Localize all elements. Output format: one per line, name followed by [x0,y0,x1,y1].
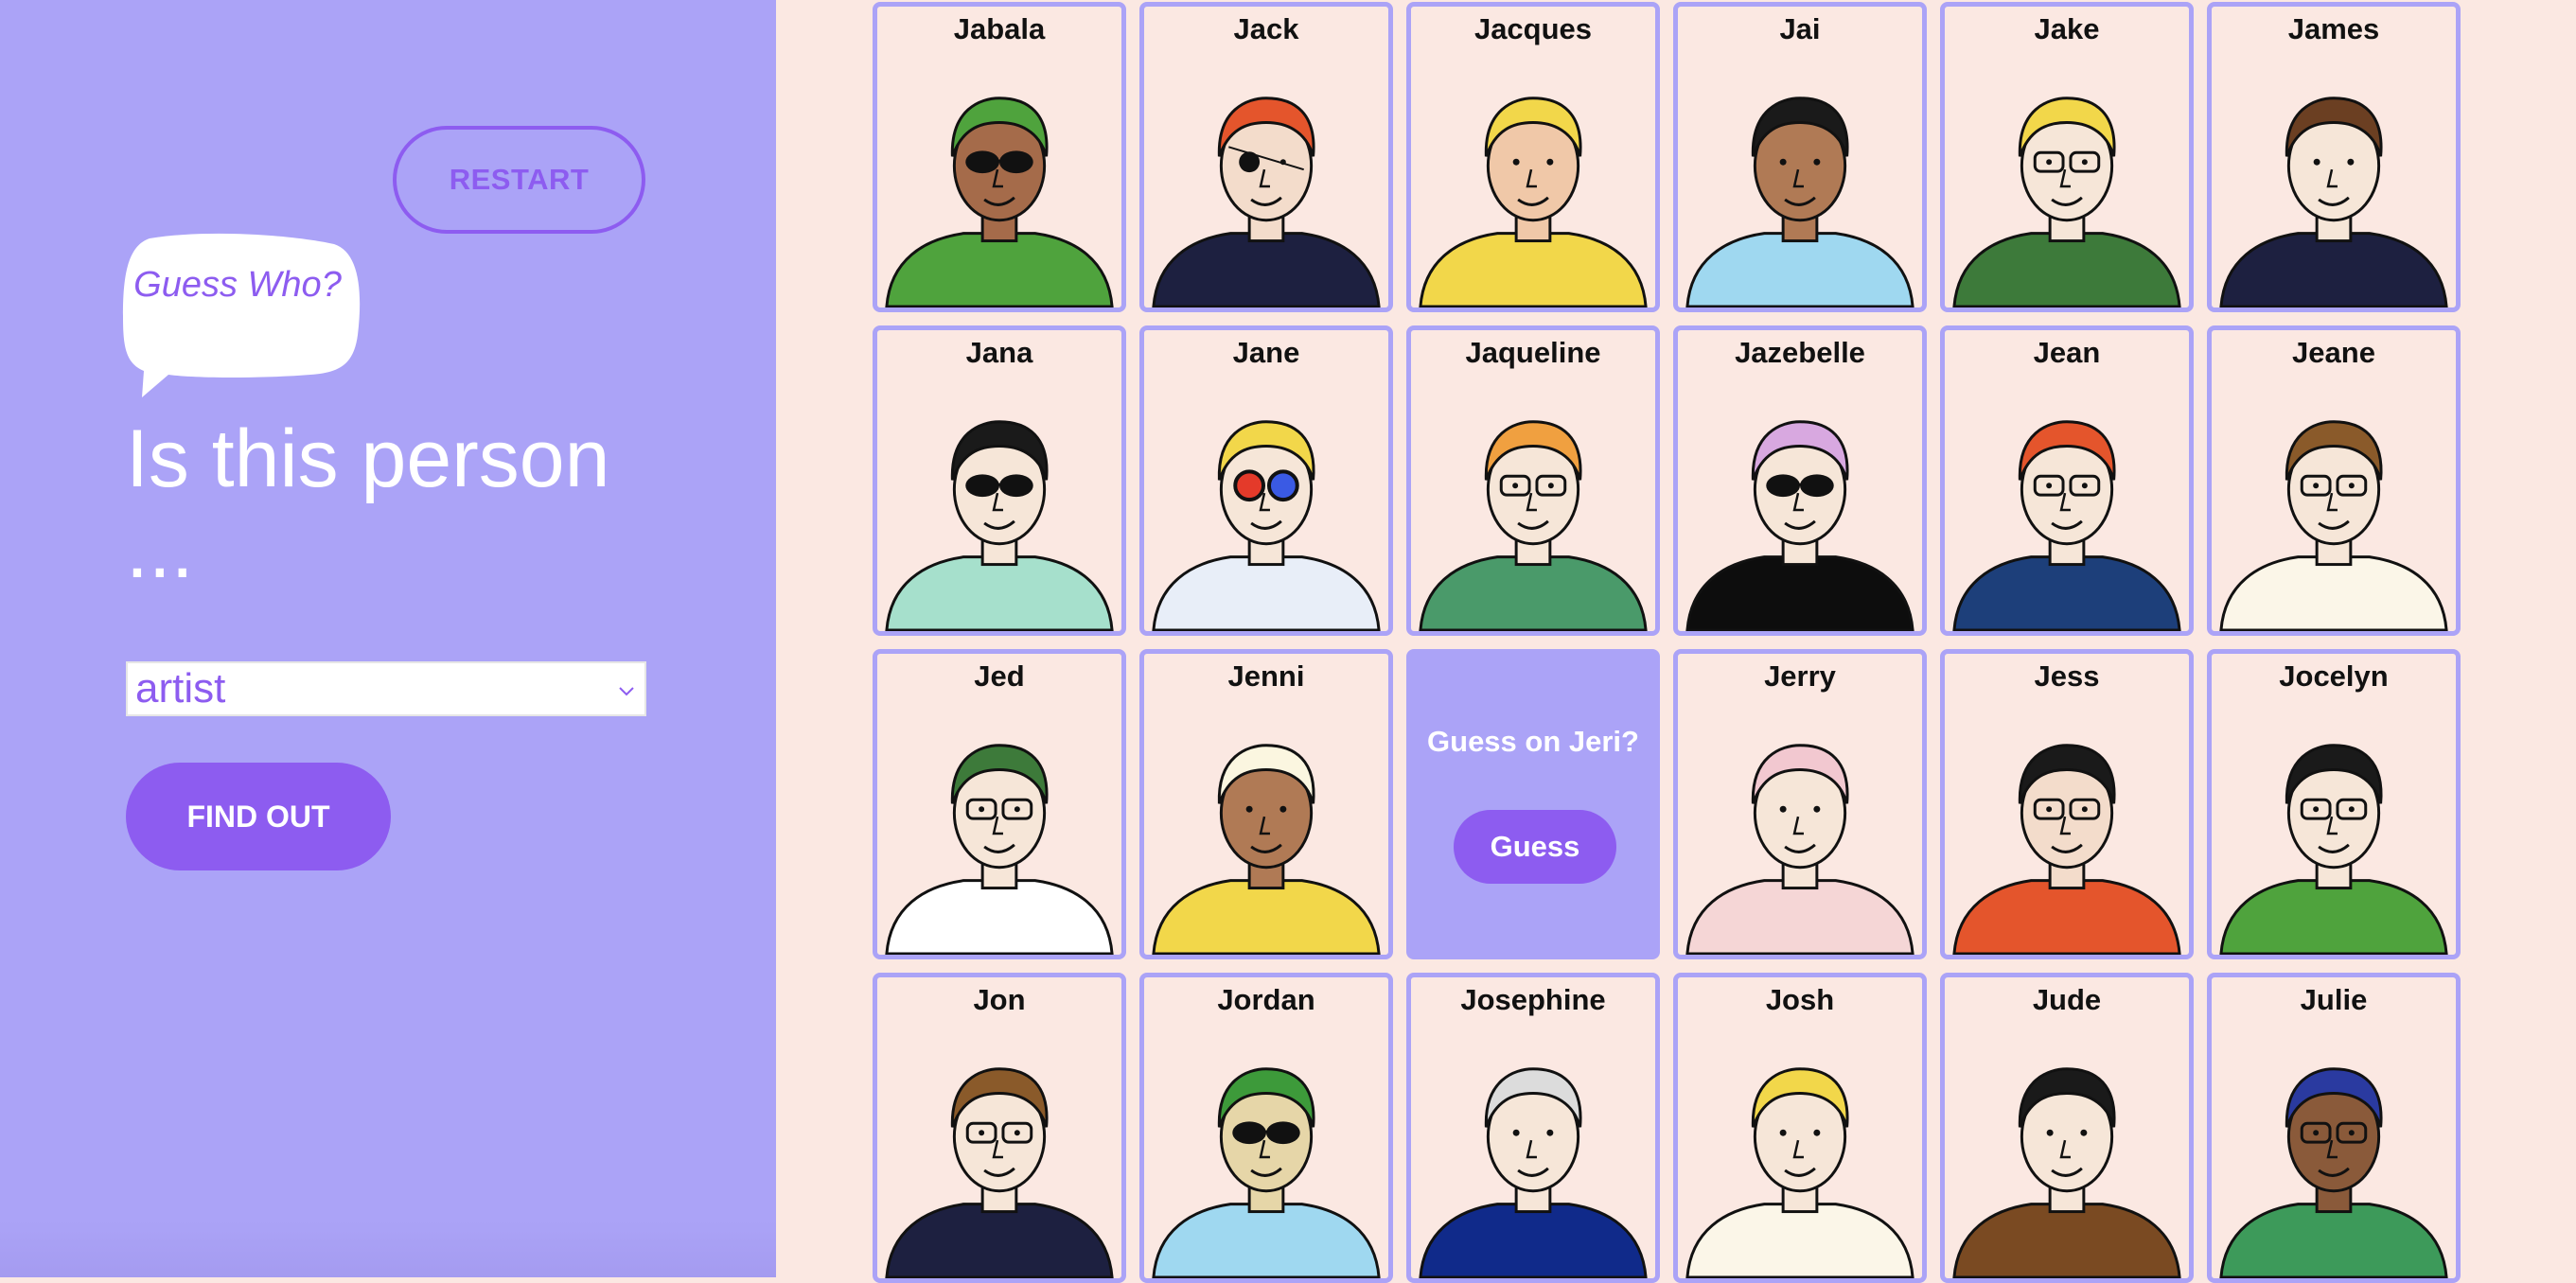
character-name: Jude [2032,983,2102,1016]
character-name: Jane [1232,336,1300,369]
portrait-icon [877,71,1121,308]
restart-button[interactable]: RESTART [393,126,645,234]
character-name: Josephine [1460,983,1606,1016]
character-name: Jaqueline [1465,336,1601,369]
character-card-jess[interactable]: Jess [1940,649,2194,959]
portrait-icon [1945,71,2189,308]
guess-who-logo: Guess Who? [121,231,367,397]
portrait-icon [1144,71,1388,308]
character-card-jenni[interactable]: Jenni [1139,649,1393,959]
character-card-jed[interactable]: Jed [873,649,1126,959]
character-card-julie[interactable]: Julie [2207,973,2461,1283]
character-name: James [2287,12,2380,45]
sidebar: RESTART Guess Who? Is this person ... ar… [0,0,776,1277]
character-name: Jazebelle [1735,336,1865,369]
portrait-icon [877,1042,1121,1278]
character-grid: Jabala Jack Jacques Jai Jake James Jana … [873,2,2462,1283]
character-card-josh[interactable]: Josh [1673,973,1927,1283]
character-card-james[interactable]: James [2207,2,2461,312]
character-card-jai[interactable]: Jai [1673,2,1927,312]
character-name: Jake [2034,12,2100,45]
guess-prompt: Guess on Jeri? [1427,725,1639,758]
chevron-down-icon [619,687,634,696]
portrait-icon [2212,718,2456,955]
character-name: Jocelyn [2279,659,2389,693]
character-name: Jed [974,659,1025,693]
portrait-icon [1678,718,1922,955]
portrait-icon [1411,1042,1655,1278]
character-card-josephine[interactable]: Josephine [1406,973,1660,1283]
character-name: Jordan [1217,983,1315,1016]
bottom-shadow [0,1221,776,1277]
portrait-icon [1678,71,1922,308]
portrait-icon [1144,1042,1388,1278]
character-card-jerry[interactable]: Jerry [1673,649,1927,959]
character-card-jake[interactable]: Jake [1940,2,2194,312]
character-card-jack[interactable]: Jack [1139,2,1393,312]
character-name: Josh [1765,983,1835,1016]
character-name: Jean [2033,336,2101,369]
character-card-jude[interactable]: Jude [1940,973,2194,1283]
character-card-jazebelle[interactable]: Jazebelle [1673,325,1927,636]
character-name: Jess [2034,659,2100,693]
portrait-icon [1945,395,2189,631]
character-card-jordan[interactable]: Jordan [1139,973,1393,1283]
character-card-jocelyn[interactable]: Jocelyn [2207,649,2461,959]
speech-bubble-icon [123,233,361,397]
guess-button[interactable]: Guess [1454,810,1616,884]
portrait-icon [1945,718,2189,955]
character-card-jana[interactable]: Jana [873,325,1126,636]
portrait-icon [1144,395,1388,631]
character-name: Jacques [1473,12,1593,45]
character-card-jaqueline[interactable]: Jaqueline [1406,325,1660,636]
character-name: Jack [1233,12,1299,45]
character-card-jabala[interactable]: Jabala [873,2,1126,312]
character-card-jane[interactable]: Jane [1139,325,1393,636]
trait-select-value: artist [135,665,226,712]
portrait-icon [1678,1042,1922,1278]
character-name: Jerry [1764,659,1836,693]
portrait-icon [2212,1042,2456,1278]
character-card-jon[interactable]: Jon [873,973,1126,1283]
character-name: Jabala [953,12,1046,45]
find-out-button[interactable]: FIND OUT [126,763,391,870]
character-name: Jenni [1227,659,1305,693]
portrait-icon [2212,395,2456,631]
portrait-icon [1678,395,1922,631]
guess-panel-jeri: Guess on Jeri? Guess [1406,649,1660,959]
trait-select[interactable]: artist [126,661,646,716]
character-name: Jon [973,983,1026,1016]
portrait-icon [1144,718,1388,955]
portrait-icon [1945,1042,2189,1278]
character-name: Jai [1779,12,1821,45]
character-card-jean[interactable]: Jean [1940,325,2194,636]
question-title: Is this person ... [126,413,610,595]
portrait-icon [1411,395,1655,631]
character-name: Jana [965,336,1033,369]
logo-text: Guess Who? [133,265,342,305]
character-name: Julie [2300,983,2368,1016]
portrait-icon [877,718,1121,955]
character-card-jeane[interactable]: Jeane [2207,325,2461,636]
character-card-jacques[interactable]: Jacques [1406,2,1660,312]
portrait-icon [877,395,1121,631]
portrait-icon [1411,71,1655,308]
portrait-icon [2212,71,2456,308]
character-name: Jeane [2292,336,2375,369]
